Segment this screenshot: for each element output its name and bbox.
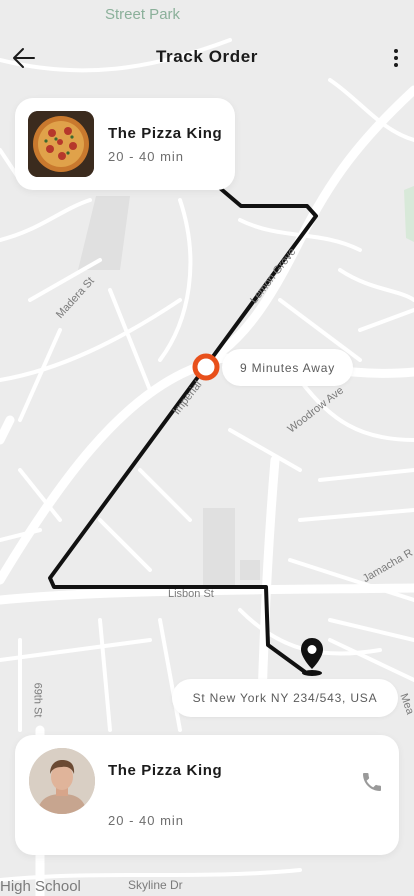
courier-delivery-time: 20 - 40 min: [108, 813, 185, 828]
more-options-button[interactable]: [384, 42, 408, 74]
destination-address: St New York NY 234/543, USA: [192, 691, 378, 705]
restaurant-delivery-time: 20 - 40 min: [108, 149, 185, 164]
track-order-screen: Street Park Madera St Lemon Grove Imperi…: [0, 0, 414, 896]
avatar: [29, 748, 95, 814]
courier-card[interactable]: The Pizza King 20 - 40 min: [15, 735, 399, 855]
map-label-high-school: High School: [0, 878, 81, 895]
restaurant-name: The Pizza King: [108, 125, 223, 142]
map-label-street-park: Street Park: [105, 6, 181, 23]
map-label-lisbon-st: Lisbon St: [168, 588, 214, 600]
restaurant-card[interactable]: The Pizza King 20 - 40 min: [15, 98, 235, 190]
courier-location-marker: [192, 353, 220, 381]
courier-name: The Pizza King: [108, 762, 223, 779]
page-title: Track Order: [155, 47, 259, 66]
top-bar: Track Order: [0, 36, 414, 80]
more-vertical-icon-dot: [394, 63, 398, 67]
pizza-image: [28, 111, 94, 177]
phone-icon: [363, 773, 381, 791]
eta-label: 9 Minutes Away: [239, 360, 336, 375]
more-vertical-icon-dot: [394, 56, 398, 60]
call-button[interactable]: [357, 767, 387, 797]
map-label-skyline-dr: Skyline Dr: [128, 878, 183, 892]
more-vertical-icon: [394, 49, 398, 53]
destination-address-badge: St New York NY 234/543, USA: [172, 679, 398, 717]
eta-badge: 9 Minutes Away: [222, 349, 353, 386]
map-label-69th-st: 69th St: [31, 682, 44, 718]
location-pin-icon: [301, 638, 323, 676]
